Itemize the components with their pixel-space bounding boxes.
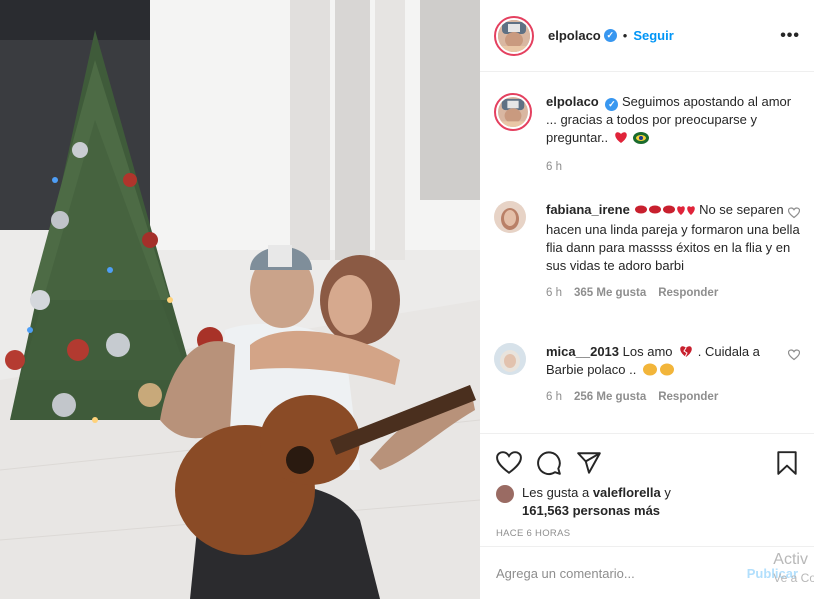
- action-icons: [480, 434, 814, 482]
- commenter-avatar[interactable]: [494, 343, 526, 375]
- verified-badge-icon: ✓: [603, 29, 617, 42]
- comment-icon[interactable]: [536, 450, 562, 476]
- caption-avatar[interactable]: [494, 93, 532, 131]
- liker-avatar[interactable]: [496, 485, 514, 503]
- caption-body: elpolaco ✓ Seguimos apostando al amor ..…: [546, 93, 800, 147]
- author-avatar[interactable]: [494, 15, 534, 56]
- fist-bump-emoji-icon: [642, 363, 674, 376]
- flag-emoji-icon: [633, 132, 650, 144]
- avatar-image: [494, 201, 526, 233]
- lips-hearts-emoji-icon: [635, 203, 696, 221]
- like-comment-heart-icon[interactable]: [788, 207, 800, 219]
- comment-username[interactable]: mica__2013: [546, 344, 619, 359]
- comment-meta: 6 h 365 Me gusta Responder: [546, 287, 800, 299]
- post-header: elpolaco ✓ • Seguir •••: [480, 0, 814, 72]
- post-timestamp[interactable]: HACE 6 HORAS: [480, 528, 814, 539]
- comment-meta: 6 h 256 Me gusta Responder: [546, 391, 800, 403]
- comment-time[interactable]: 6 h: [546, 391, 562, 403]
- reply-button[interactable]: Responder: [658, 287, 718, 299]
- comment-item: mica__2013 Los amo . Cuidala a Barbie po…: [494, 343, 800, 403]
- likes-summary: Les gusta a valeflorella y 161,563 perso…: [480, 484, 814, 520]
- like-heart-icon[interactable]: [496, 450, 522, 476]
- post-actions: Les gusta a valeflorella y 161,563 perso…: [480, 433, 814, 545]
- share-icon[interactable]: [576, 450, 602, 476]
- comment-body: mica__2013 Los amo . Cuidala a Barbie po…: [546, 343, 800, 379]
- post-photo[interactable]: [0, 0, 480, 599]
- caption-username[interactable]: elpolaco: [546, 94, 599, 109]
- more-options-icon[interactable]: •••: [780, 27, 800, 45]
- avatar-image: [498, 97, 528, 127]
- broken-heart-emoji-icon: [680, 346, 692, 358]
- commenter-avatar[interactable]: [494, 201, 526, 233]
- likes-prefix: Les gusta a: [522, 485, 593, 500]
- verified-badge-icon: ✓: [605, 98, 619, 111]
- avatar-image: [494, 343, 526, 375]
- bookmark-icon[interactable]: [774, 450, 800, 476]
- post-image: [0, 0, 480, 599]
- comment-item: fabiana_irene No se separen hacen una li…: [494, 201, 800, 299]
- publish-button[interactable]: Publicar: [747, 566, 798, 581]
- comment-body: fabiana_irene No se separen hacen una li…: [546, 201, 800, 275]
- comments-list: elpolaco ✓ Seguimos apostando al amor ..…: [480, 73, 814, 433]
- comment-text: Los amo: [622, 344, 673, 359]
- add-comment-bar: Publicar: [480, 546, 814, 599]
- comment-input[interactable]: [496, 565, 726, 581]
- author-username[interactable]: elpolaco: [548, 28, 601, 43]
- red-heart-icon: [615, 132, 627, 143]
- comment-like-count[interactable]: 256 Me gusta: [574, 391, 646, 403]
- caption: elpolaco ✓ Seguimos apostando al amor ..…: [494, 93, 800, 173]
- comment-like-count[interactable]: 365 Me gusta: [574, 287, 646, 299]
- comment-time[interactable]: 6 h: [546, 287, 562, 299]
- like-comment-heart-icon[interactable]: [788, 349, 800, 361]
- separator-dot: •: [622, 28, 628, 43]
- avatar-image: [498, 19, 530, 52]
- likes-count[interactable]: 161,563 personas más: [522, 503, 660, 518]
- follow-button[interactable]: Seguir: [633, 28, 673, 43]
- comment-username[interactable]: fabiana_irene: [546, 202, 630, 217]
- caption-meta: 6 h: [546, 161, 800, 173]
- likes-text: Les gusta a valeflorella y 161,563 perso…: [522, 484, 671, 520]
- liker-username[interactable]: valeflorella: [593, 485, 661, 500]
- likes-mid: y: [660, 485, 671, 500]
- reply-button[interactable]: Responder: [658, 391, 718, 403]
- post-panel: elpolaco ✓ • Seguir ••• elpolaco ✓ Segui…: [480, 0, 814, 599]
- caption-time[interactable]: 6 h: [546, 161, 562, 173]
